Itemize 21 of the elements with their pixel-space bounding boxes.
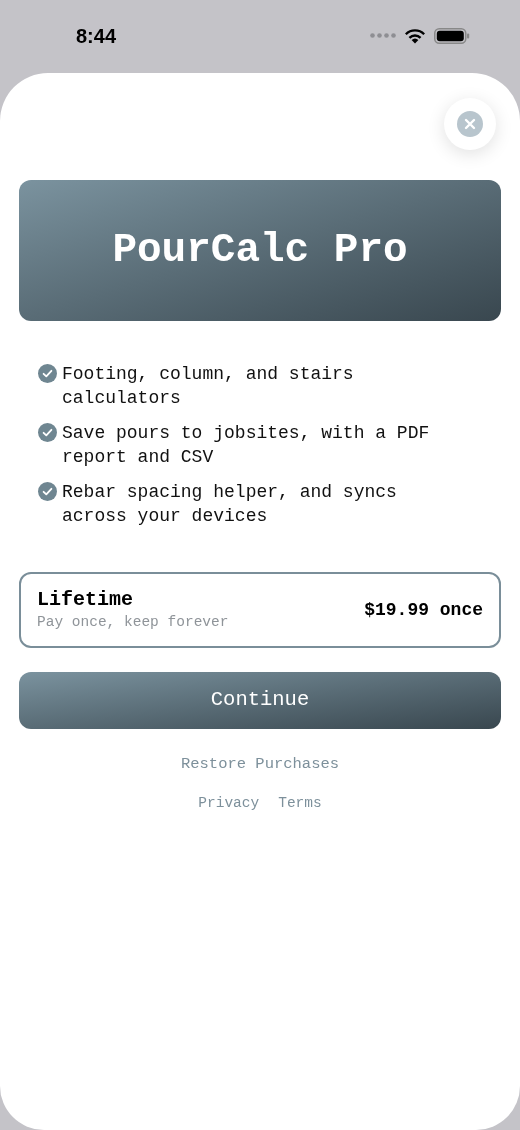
battery-icon xyxy=(434,27,470,44)
status-time: 8:44 xyxy=(76,23,117,49)
close-button[interactable] xyxy=(444,98,496,150)
banner-title: PourCalc Pro xyxy=(112,225,408,275)
signal-icon xyxy=(370,33,396,38)
plan-price: $19.99 once xyxy=(364,598,483,622)
plan-option[interactable]: Lifetime Pay once, keep forever $19.99 once xyxy=(19,572,501,648)
wifi-icon xyxy=(404,27,426,44)
footer-link[interactable]: Privacy xyxy=(198,793,260,815)
feature-text: Footing, column, and stairs calculators xyxy=(62,363,355,410)
plan-subtitle: Pay once, keep forever xyxy=(37,613,229,632)
continue-button[interactable]: Continue xyxy=(19,672,501,729)
check-icon xyxy=(38,423,57,442)
check-icon xyxy=(38,364,57,383)
footer-link[interactable]: Terms xyxy=(278,793,322,815)
feature-text: Rebar spacing helper, and syncs across your devices xyxy=(62,481,398,528)
close-icon xyxy=(457,111,483,137)
check-icon xyxy=(38,482,57,501)
feature-text: Save pours to jobsites, with a PDF report and CSV xyxy=(62,422,431,469)
restore-purchases-link[interactable]: Restore Purchases xyxy=(180,753,340,777)
plan-name: Lifetime xyxy=(37,588,134,612)
